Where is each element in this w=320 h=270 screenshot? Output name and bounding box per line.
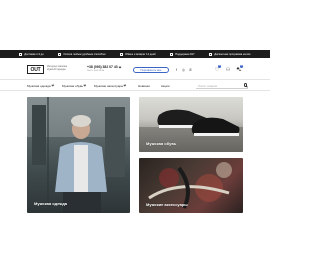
category-tile-shoes[interactable]: Мужская обувь [139,97,243,152]
nav-item-label[interactable]: Акции [161,84,169,88]
chat-icon [170,52,174,56]
promo-item: Дисконтная программа на все [209,52,251,56]
contact-block: +38 (093) 382 07 43 Пн-Пт 9:00-19:00 [87,65,122,72]
nav-item-label[interactable]: Мужская одежда [27,84,51,88]
nav-item-clothing[interactable]: Мужская одежда [27,83,54,88]
category-label[interactable]: Мужская обувь [146,141,176,146]
nav-item-new[interactable]: Новинки [138,84,150,88]
chevron-down-icon[interactable] [118,65,122,68]
category-tile-accessories[interactable]: Мужские аксессуары [139,158,243,213]
whatsapp-icon[interactable]: ✆ [188,68,193,73]
nav-item-label[interactable]: Новинки [138,84,150,88]
gift-icon [19,52,23,56]
promo-text: Оплата любым удобным способом [63,52,106,56]
facebook-icon[interactable]: f [174,68,179,73]
search-icon[interactable] [243,83,247,87]
user-icon[interactable]: ⚇ [225,67,231,73]
card-icon [58,52,62,56]
promo-item: Доставка 1-3 дн [19,52,44,56]
promo-text: Дисконтная программа на все [214,52,251,56]
promo-bar: Доставка 1-3 дн Оплата любым удобным спо… [0,50,270,58]
promo-item: Обмен и возврат 14 дней [120,52,156,56]
cart-count-badge: 0 [240,65,244,69]
promo-item: Оплата любым удобным способом [58,52,106,56]
chevron-down-icon[interactable] [123,83,127,87]
promo-text: Доставка 1-3 дн [24,52,44,56]
main-nav: Мужская одежда Мужская обувь Мужские акс… [0,79,270,91]
favorites-count-badge: 0 [218,65,222,69]
tag-icon [209,52,213,56]
category-tile-clothing[interactable]: Мужская одежда [27,97,130,213]
promo-text: Обмен и возврат 14 дней [125,52,156,56]
callback-button[interactable]: Перезвонить мне [133,67,169,73]
phone-number[interactable]: +38 (093) 382 07 43 [87,65,122,69]
category-label[interactable]: Мужская одежда [34,201,67,206]
site-header: OUT Интернет-магазин мужской одежды +38 … [0,60,270,79]
nav-item-label[interactable]: Мужские аксессуары [94,84,123,88]
category-label[interactable]: Мужские аксессуары [146,202,188,207]
chevron-down-icon[interactable] [83,83,86,87]
category-image-clothing [27,97,130,213]
search-input[interactable] [198,82,238,89]
logo[interactable]: OUT [27,65,44,74]
nav-item-shoes[interactable]: Мужская обувь [62,84,86,88]
search-box[interactable] [196,82,248,89]
chevron-down-icon[interactable] [51,83,54,87]
nav-item-sale[interactable]: Акции [161,84,169,88]
return-icon [120,52,124,56]
phone-text[interactable]: +38 (093) 382 07 43 [87,65,118,69]
promo-text: Поддержка 24/7 [175,52,195,56]
promo-item: Поддержка 24/7 [170,52,195,56]
instagram-icon[interactable]: ◎ [181,68,186,73]
tagline: Интернет-магазин мужской одежды [47,65,68,71]
nav-item-label[interactable]: Мужская обувь [62,84,83,88]
nav-item-accessories[interactable]: Мужские аксессуары [94,83,127,88]
work-hours: Пн-Пт 9:00-19:00 [87,70,105,72]
